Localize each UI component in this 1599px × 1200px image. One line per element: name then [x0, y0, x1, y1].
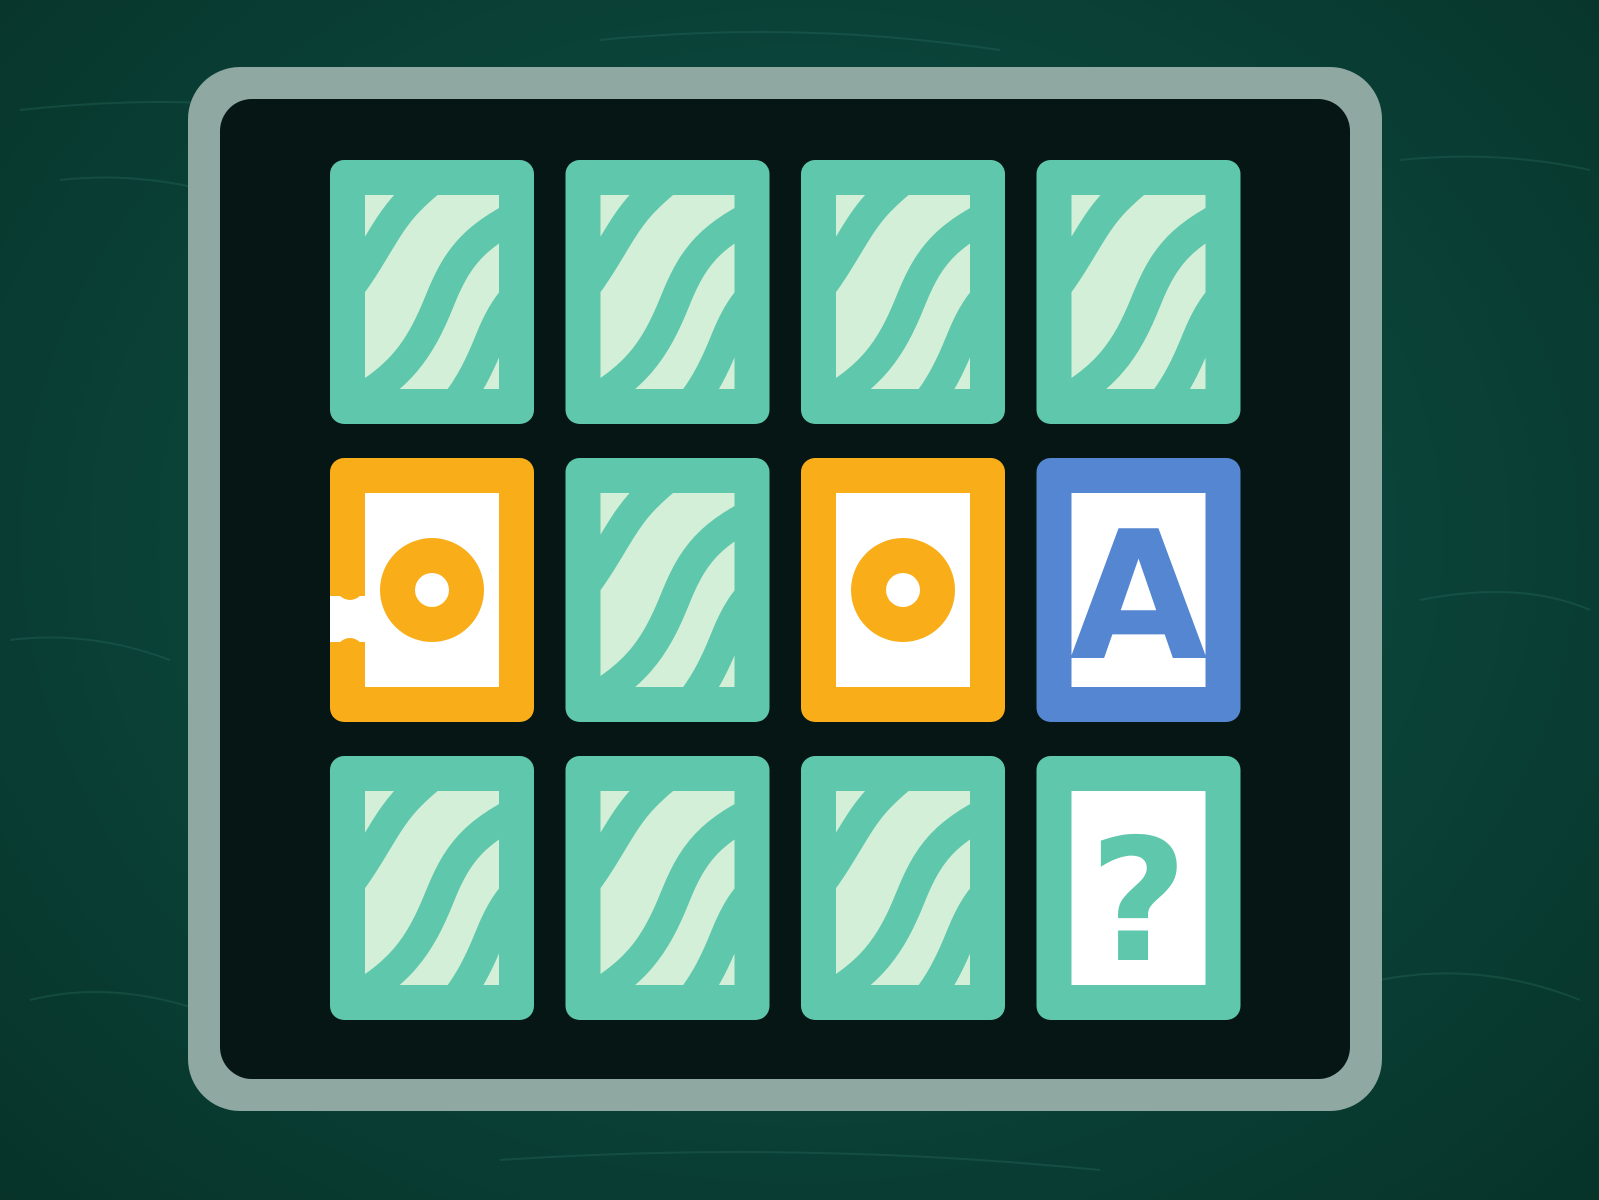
ring-icon [851, 538, 955, 642]
question-mark-icon: ? [1089, 803, 1188, 1001]
card-face-down[interactable] [565, 130, 806, 450]
card-face-down[interactable] [801, 130, 1041, 450]
card-face-up[interactable] [330, 458, 534, 722]
ring-icon [380, 538, 484, 642]
card-grid: A? [330, 130, 1277, 1046]
torn-edge [336, 572, 364, 600]
card-face-down[interactable] [1036, 130, 1277, 450]
card-face-up[interactable]: ? [1036, 756, 1241, 1020]
card-face-down[interactable] [565, 726, 806, 1046]
card-letter: A [1070, 493, 1208, 700]
game-scene: A? [9, 31, 1591, 1171]
torn-notch [330, 596, 366, 642]
card-face-down[interactable] [330, 726, 570, 1046]
card-face-down[interactable] [565, 428, 806, 748]
card-face-up[interactable] [801, 458, 1005, 722]
torn-edge [336, 638, 364, 666]
card-face-down[interactable] [330, 130, 570, 450]
card-face-down[interactable] [801, 726, 1041, 1046]
card-face-up[interactable]: A [1036, 458, 1241, 722]
